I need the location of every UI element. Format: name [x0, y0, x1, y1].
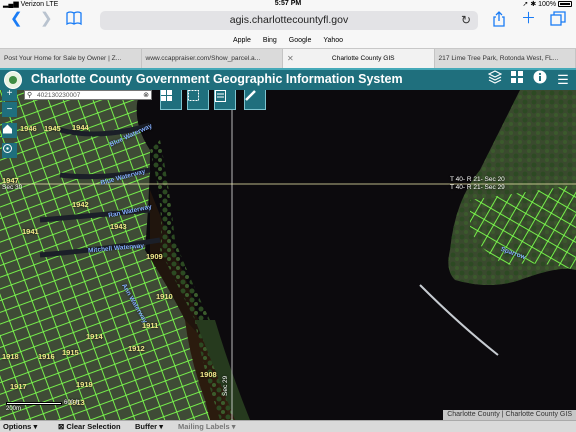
parcel-label: 1909 — [146, 252, 163, 261]
parcel-label: 1919 — [76, 380, 93, 389]
browser-tab[interactable]: www.ccappraiser.com/Show_parcel.a... — [142, 49, 283, 68]
info-icon[interactable] — [531, 70, 549, 90]
battery-icon — [558, 1, 572, 7]
parcel-label: 1916 — [38, 352, 55, 361]
tabs-overview-icon[interactable] — [550, 11, 566, 31]
parcel-label: 1941 — [22, 227, 39, 236]
chevron-down-icon: ▾ — [159, 422, 163, 431]
select-rectangle-tool[interactable] — [187, 90, 209, 110]
parcel-label: 1945 — [44, 124, 61, 133]
section-label: Sec 30 — [2, 184, 23, 191]
close-tab-icon[interactable]: ✕ — [287, 49, 294, 68]
parcel-label: 1918 — [2, 352, 19, 361]
section-label: T 40- R 21- Sec 20 — [450, 176, 505, 183]
clear-selection-label: Clear Selection — [66, 422, 121, 431]
url-text: agis.charlottecountyfl.gov — [229, 14, 349, 26]
parcel-label: 1944 — [72, 123, 89, 132]
options-label: Options — [3, 422, 32, 431]
battery-status: ➚ ✱ 100% — [523, 0, 572, 8]
scale-bar: 600 ft 200m — [6, 400, 84, 414]
menu-icon[interactable]: ☰ — [554, 70, 572, 90]
parcel-label: 1910 — [156, 292, 173, 301]
parcel-label: 1908 — [200, 370, 217, 379]
aerial-imagery — [0, 90, 576, 420]
gis-header: Charlotte County Government Geographic I… — [0, 68, 576, 90]
measure-tool[interactable] — [244, 90, 266, 110]
back-icon[interactable]: ❮ — [10, 11, 23, 27]
options-menu[interactable]: Options ▾ — [3, 422, 37, 431]
favorite-yahoo[interactable]: Yahoo — [323, 37, 343, 44]
clear-selection-button[interactable]: ⊠ Clear Selection — [58, 422, 121, 431]
address-bar[interactable]: agis.charlottecountyfl.gov ↻ — [100, 11, 478, 30]
map-view[interactable]: 1946 1945 1944 1947 1942 1943 1941 1909 … — [0, 90, 576, 420]
browser-tab-title: Charlotte County GIS — [331, 55, 395, 62]
browser-tab-bar: Post Your Home for Sale by Owner | Z... … — [0, 48, 576, 68]
reload-icon[interactable]: ↻ — [461, 13, 471, 27]
search-value: 402130230007 — [37, 92, 81, 99]
parcel-label: 1912 — [128, 344, 145, 353]
scale-label-metric: 200m — [6, 406, 22, 412]
parcel-label: 1946 — [20, 124, 37, 133]
clock: 5:57 PM — [274, 0, 302, 7]
parcel-search-input[interactable]: ⚲ 402130230007 ⊗ — [24, 90, 152, 100]
section-label: Sec 29 — [222, 375, 229, 396]
scale-label: 600 ft — [64, 400, 80, 406]
browser-tab-active[interactable]: ✕ Charlotte County GIS — [283, 49, 435, 68]
scale-bar-graphic — [6, 402, 62, 405]
favorites-bar: Apple Bing Google Yahoo — [0, 33, 576, 48]
mailing-labels-menu[interactable]: Mailing Labels ▾ — [178, 422, 236, 431]
browser-tab[interactable]: Post Your Home for Sale by Owner | Z... — [0, 49, 142, 68]
zoom-out-button[interactable]: − — [2, 102, 17, 117]
home-icon[interactable] — [2, 123, 17, 138]
chevron-down-icon: ▾ — [231, 422, 236, 431]
layers-icon[interactable] — [486, 70, 504, 90]
locate-icon[interactable] — [2, 143, 17, 158]
mailing-labels-label: Mailing Labels — [178, 422, 230, 431]
clear-selection-icon: ⊠ — [58, 422, 65, 431]
parcel-label: 1917 — [10, 382, 27, 391]
section-label: T 40- R 21- Sec 29 — [450, 184, 505, 191]
buffer-label: Buffer — [135, 422, 158, 431]
parcel-label: 1914 — [86, 332, 103, 341]
buffer-menu[interactable]: Buffer ▾ — [135, 422, 163, 431]
print-tool[interactable] — [214, 90, 236, 110]
bookmarks-icon[interactable] — [66, 11, 82, 29]
map-attribution: Charlotte County | Charlotte County GIS — [443, 410, 576, 420]
favorite-bing[interactable]: Bing — [263, 37, 277, 44]
safari-toolbar: ❮ ❯ agis.charlottecountyfl.gov ↻ ＋ — [0, 8, 576, 33]
parcel-label: 1942 — [72, 200, 89, 209]
new-tab-icon[interactable]: ＋ — [521, 11, 536, 27]
zoom-in-button[interactable]: + — [2, 90, 17, 101]
basemap-grid-tool[interactable] — [160, 90, 182, 110]
search-icon: ⚲ — [27, 92, 33, 99]
browser-tab[interactable]: 217 Lime Tree Park, Rotonda West, FL... — [435, 49, 576, 68]
favorite-google[interactable]: Google — [289, 37, 312, 44]
ios-status-bar: ▂▄▆ Verizon LTE 5:57 PM ➚ ✱ 100% — [0, 0, 576, 8]
parcel-label: 1915 — [62, 348, 79, 357]
county-logo — [4, 71, 22, 89]
forward-icon[interactable]: ❯ — [40, 11, 53, 27]
gis-title: Charlotte County Government Geographic I… — [31, 72, 403, 86]
share-icon[interactable] — [492, 11, 506, 31]
chevron-down-icon: ▾ — [33, 422, 38, 431]
map-grid-icon[interactable] — [508, 70, 526, 90]
clear-search-icon[interactable]: ⊗ — [143, 91, 149, 100]
battery-percent: 100% — [538, 1, 557, 8]
parcel-label: 1943 — [110, 222, 127, 231]
favorite-apple[interactable]: Apple — [233, 37, 251, 44]
bottom-toolbar: Options ▾ ⊠ Clear Selection Buffer ▾ Mai… — [0, 420, 576, 432]
